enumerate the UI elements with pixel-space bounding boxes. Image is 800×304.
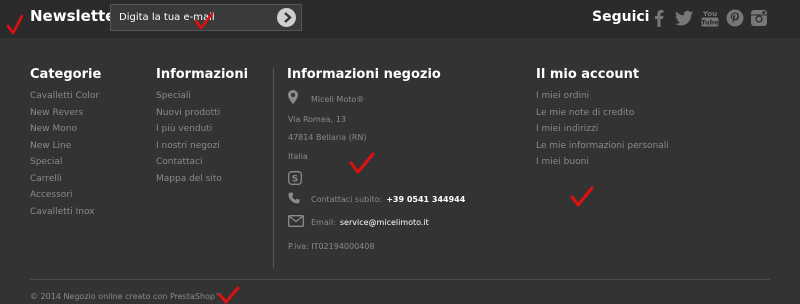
store-info-title: Informazioni negozio xyxy=(287,67,441,82)
store-phone[interactable]: +39 0541 344944 xyxy=(386,195,465,204)
map-marker-icon xyxy=(288,90,298,104)
category-link[interactable]: Cavalletti Inox xyxy=(30,207,99,224)
svg-text:S: S xyxy=(292,175,298,185)
check-mark-icon xyxy=(6,14,24,35)
category-link[interactable]: Cavalletti Color xyxy=(30,91,99,108)
account-link[interactable]: I miei buoni xyxy=(536,157,669,174)
categories-title: Categorie xyxy=(30,67,102,82)
store-country: Italia xyxy=(288,152,308,161)
newsletter-title: Newsletter xyxy=(30,7,123,25)
store-name: Miceli Moto® xyxy=(311,95,365,104)
follow-title: Seguici xyxy=(592,9,650,25)
svg-text:You: You xyxy=(702,10,717,18)
category-link[interactable]: Carrelli xyxy=(30,174,99,191)
check-mark-icon xyxy=(218,286,240,304)
information-link[interactable]: I nostri negozi xyxy=(156,141,222,158)
phone-icon xyxy=(288,192,300,204)
facebook-icon[interactable] xyxy=(649,8,669,28)
information-link[interactable]: Contattaci xyxy=(156,157,222,174)
information-link[interactable]: Speciali xyxy=(156,91,222,108)
category-link[interactable]: New Line xyxy=(30,141,99,158)
youtube-icon[interactable]: You Tube xyxy=(700,8,720,28)
information-link[interactable]: I più venduti xyxy=(156,124,222,141)
store-vat: P.iva: IT02194000408 xyxy=(288,242,375,251)
arrow-right-icon xyxy=(284,12,292,23)
skype-icon[interactable]: S xyxy=(288,171,302,185)
category-link[interactable]: New Mono xyxy=(30,124,99,141)
categories-list: Cavalletti Color New Revers New Mono New… xyxy=(30,91,99,223)
check-mark-icon xyxy=(194,12,214,30)
category-link[interactable]: Accessori xyxy=(30,190,99,207)
twitter-icon[interactable] xyxy=(673,8,695,28)
email-label: Email: xyxy=(311,218,336,227)
category-link[interactable]: Special xyxy=(30,157,99,174)
account-link[interactable]: I miei ordini xyxy=(536,91,669,108)
information-link[interactable]: Nuovi prodotti xyxy=(156,108,222,125)
account-link[interactable]: I miei indirizzi xyxy=(536,124,669,141)
store-street: Via Romea, 13 xyxy=(288,115,346,124)
store-city: 47814 Bellaria (RN) xyxy=(288,133,367,142)
newsletter-bar: Newsletter Digita la tua e-mail Seguici … xyxy=(0,0,800,38)
store-phone-row: Contattaci subito: +39 0541 344944 xyxy=(311,195,465,204)
envelope-icon xyxy=(288,215,304,227)
svg-text:Tube: Tube xyxy=(701,19,719,27)
account-list: I miei ordini Le mie note di credito I m… xyxy=(536,91,669,174)
footer-divider xyxy=(30,279,770,280)
account-title: Il mio account xyxy=(536,67,640,82)
newsletter-submit-button[interactable] xyxy=(277,8,296,27)
column-divider xyxy=(273,68,274,268)
information-list: Speciali Nuovi prodotti I più venduti I … xyxy=(156,91,222,190)
store-email-row: Email: service@micelimoto.it xyxy=(311,218,429,227)
copyright-text: © 2014 Negozio online creato con PrestaS… xyxy=(30,292,223,301)
contact-label: Contattaci subito: xyxy=(311,195,383,204)
instagram-icon[interactable] xyxy=(749,8,769,28)
information-title: Informazioni xyxy=(156,67,249,82)
pinterest-icon[interactable] xyxy=(725,8,745,28)
store-email[interactable]: service@micelimoto.it xyxy=(340,218,429,227)
category-link[interactable]: New Revers xyxy=(30,108,99,125)
check-mark-icon xyxy=(570,186,594,207)
check-mark-icon xyxy=(349,152,375,174)
account-link[interactable]: Le mie informazioni personali xyxy=(536,141,669,158)
information-link[interactable]: Mappa del sito xyxy=(156,174,222,191)
account-link[interactable]: Le mie note di credito xyxy=(536,108,669,125)
